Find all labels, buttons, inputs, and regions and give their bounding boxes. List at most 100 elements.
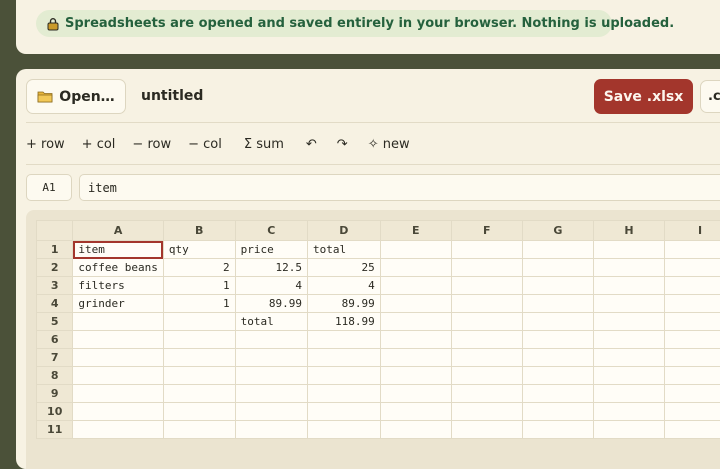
sum-button[interactable]: Σ sum [244,135,284,154]
cell-f4[interactable] [451,295,522,313]
cell-a8[interactable] [73,367,163,385]
cell-e9[interactable] [380,385,451,403]
cell-h5[interactable] [593,313,664,331]
cell-f2[interactable] [451,259,522,277]
add-row-button[interactable]: + row [26,135,65,154]
cell-b3[interactable]: 1 [163,277,235,295]
cell-reference[interactable]: A1 [26,174,72,201]
open-file-button[interactable]: Open… [26,79,126,114]
cell-g10[interactable] [522,403,593,421]
cell-b1[interactable]: qty [163,241,235,259]
cell-c4[interactable]: 89.99 [235,295,307,313]
cell-i4[interactable] [665,295,720,313]
cell-g2[interactable] [522,259,593,277]
column-header-f[interactable]: F [451,221,522,241]
cell-i7[interactable] [665,349,720,367]
cell-d5[interactable]: 118.99 [308,313,381,331]
cell-a10[interactable] [73,403,163,421]
cell-g6[interactable] [522,331,593,349]
cell-h6[interactable] [593,331,664,349]
cell-f11[interactable] [451,421,522,439]
cell-b5[interactable] [163,313,235,331]
cell-i8[interactable] [665,367,720,385]
cell-e3[interactable] [380,277,451,295]
cell-i5[interactable] [665,313,720,331]
cell-d6[interactable] [308,331,381,349]
row-header[interactable]: 11 [37,421,73,439]
cell-g3[interactable] [522,277,593,295]
row-header[interactable]: 6 [37,331,73,349]
cell-e7[interactable] [380,349,451,367]
column-header-e[interactable]: E [380,221,451,241]
cell-a9[interactable] [73,385,163,403]
cell-f8[interactable] [451,367,522,385]
cell-d7[interactable] [308,349,381,367]
cell-c7[interactable] [235,349,307,367]
cell-a3[interactable]: filters [73,277,163,295]
cell-a6[interactable] [73,331,163,349]
cell-h3[interactable] [593,277,664,295]
cell-c11[interactable] [235,421,307,439]
row-header[interactable]: 4 [37,295,73,313]
add-column-button[interactable]: + col [82,135,116,154]
cell-c10[interactable] [235,403,307,421]
cell-b8[interactable] [163,367,235,385]
cell-d4[interactable]: 89.99 [308,295,381,313]
cell-e2[interactable] [380,259,451,277]
cell-f7[interactable] [451,349,522,367]
cell-h8[interactable] [593,367,664,385]
cell-i11[interactable] [665,421,720,439]
column-header-d[interactable]: D [308,221,381,241]
cell-b4[interactable]: 1 [163,295,235,313]
row-header[interactable]: 3 [37,277,73,295]
column-header-h[interactable]: H [593,221,664,241]
cell-i1[interactable] [665,241,720,259]
row-header[interactable]: 7 [37,349,73,367]
cell-d1[interactable]: total [308,241,381,259]
row-header[interactable]: 5 [37,313,73,331]
row-header[interactable]: 9 [37,385,73,403]
cell-a11[interactable] [73,421,163,439]
column-header-a[interactable]: A [73,221,163,241]
cell-c8[interactable] [235,367,307,385]
new-sheet-button[interactable]: ✧ new [368,135,410,154]
cell-a7[interactable] [73,349,163,367]
cell-i3[interactable] [665,277,720,295]
cell-b9[interactable] [163,385,235,403]
cell-g11[interactable] [522,421,593,439]
cell-d2[interactable]: 25 [308,259,381,277]
cell-b10[interactable] [163,403,235,421]
cell-b2[interactable]: 2 [163,259,235,277]
cell-h2[interactable] [593,259,664,277]
cell-f6[interactable] [451,331,522,349]
save-csv-button[interactable]: .cs [700,80,720,113]
formula-input[interactable]: item [79,174,720,201]
save-xlsx-button[interactable]: Save .xlsx [594,79,693,114]
column-header-i[interactable]: I [665,221,720,241]
cell-d9[interactable] [308,385,381,403]
cell-a5[interactable] [73,313,163,331]
cell-e10[interactable] [380,403,451,421]
cell-g9[interactable] [522,385,593,403]
row-header[interactable]: 10 [37,403,73,421]
cell-f9[interactable] [451,385,522,403]
cell-b6[interactable] [163,331,235,349]
cell-e8[interactable] [380,367,451,385]
cell-d10[interactable] [308,403,381,421]
cell-c2[interactable]: 12.5 [235,259,307,277]
remove-row-button[interactable]: − row [132,135,171,154]
redo-button[interactable]: ↷ [337,135,348,154]
cell-a4[interactable]: grinder [73,295,163,313]
cell-e6[interactable] [380,331,451,349]
cell-i9[interactable] [665,385,720,403]
cell-e5[interactable] [380,313,451,331]
cell-d8[interactable] [308,367,381,385]
row-header[interactable]: 8 [37,367,73,385]
remove-column-button[interactable]: − col [188,135,222,154]
column-header-g[interactable]: G [522,221,593,241]
cell-a2[interactable]: coffee beans [73,259,163,277]
row-header[interactable]: 1 [37,241,73,259]
cell-h1[interactable] [593,241,664,259]
cell-c1[interactable]: price [235,241,307,259]
cell-c5[interactable]: total [235,313,307,331]
